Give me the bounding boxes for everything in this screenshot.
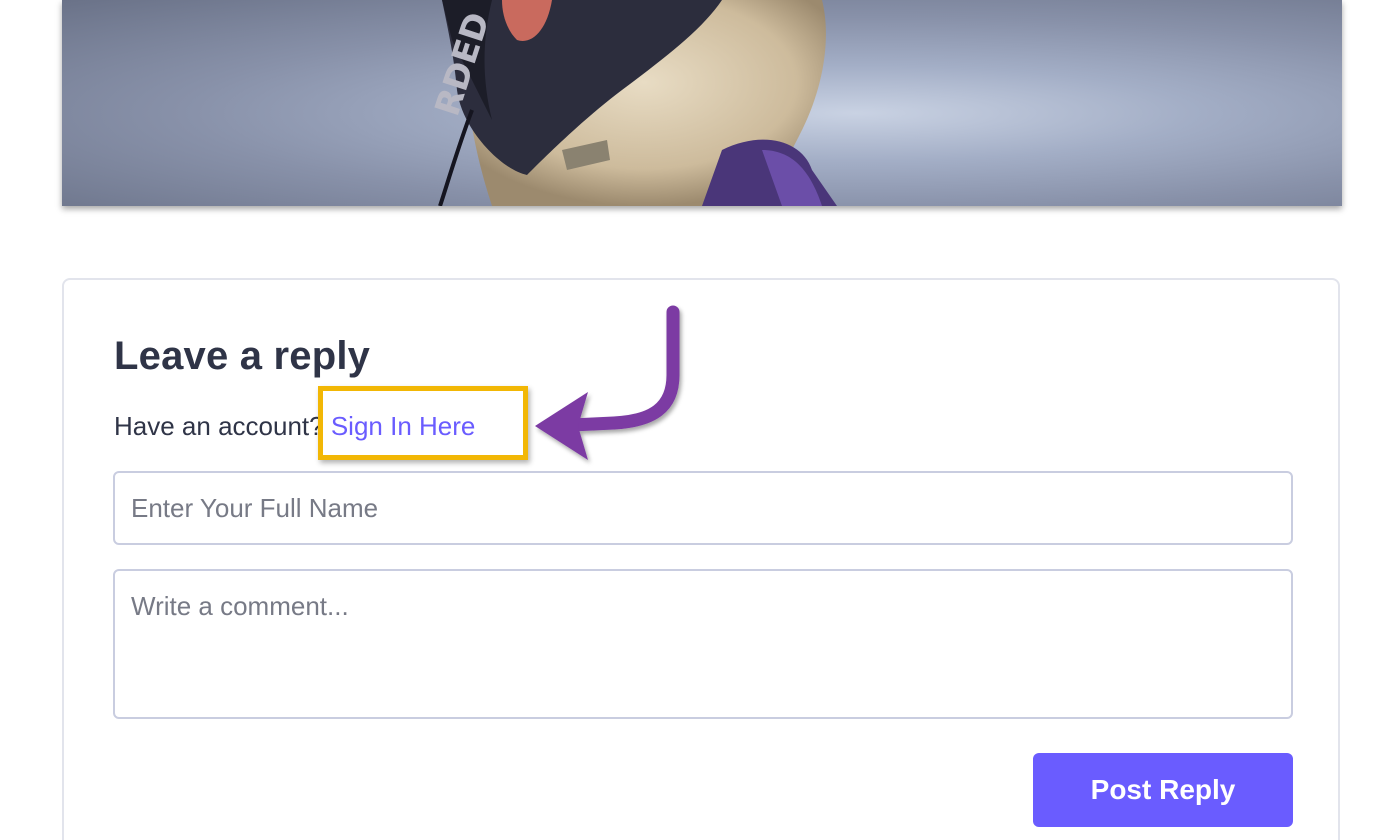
sign-in-link[interactable]: Sign In Here (331, 411, 476, 441)
page: RDED Leave a reply Have an account? Sign… (0, 0, 1400, 840)
dog-photo-icon: RDED (428, 0, 837, 206)
reply-title: Leave a reply (114, 334, 371, 378)
reply-card: Leave a reply Have an account? Sign In H… (62, 278, 1340, 840)
full-name-input[interactable] (113, 471, 1293, 545)
account-prompt-line: Have an account? Sign In Here (114, 411, 475, 442)
account-prompt: Have an account? (114, 411, 324, 441)
hero-image: RDED (62, 0, 1342, 206)
post-reply-button[interactable]: Post Reply (1033, 753, 1293, 827)
comment-textarea[interactable] (113, 569, 1293, 719)
